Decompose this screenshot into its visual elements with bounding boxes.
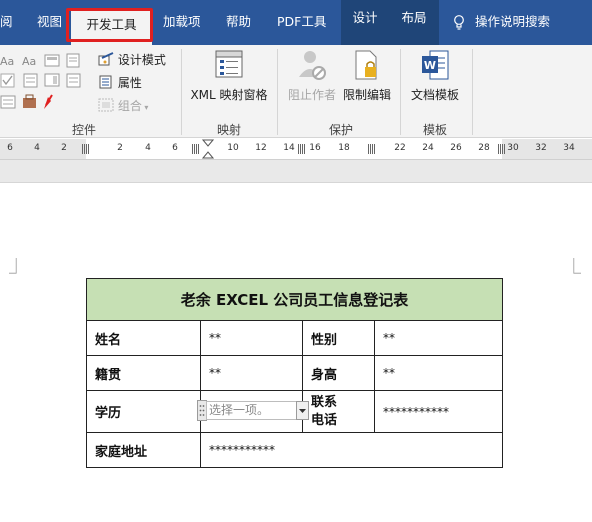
group-label-mapping: 映射 [216, 123, 241, 137]
restrict-editing-button[interactable]: 限制编辑 [341, 49, 393, 103]
name-label[interactable]: 姓名 [86, 320, 201, 356]
group-button[interactable]: 组合 ▾ [98, 97, 148, 114]
tab-help[interactable]: 帮助 [226, 10, 251, 34]
height-label[interactable]: 身高 [302, 355, 375, 391]
margin-corner-mark [9, 258, 17, 274]
education-label[interactable]: 学历 [86, 390, 201, 433]
employee-registration-table: 老余 EXCEL 公司员工信息登记表 姓名 ** 性别 ** 籍贯 ** 身高 … [86, 278, 503, 468]
group-label-protect: 保护 [328, 123, 353, 137]
ruler-column-marker[interactable] [298, 144, 305, 154]
tab-table-layout[interactable]: 布局 [389, 0, 439, 45]
ruler-column-marker[interactable] [498, 144, 505, 154]
tab-table-design[interactable]: 设计 [341, 0, 389, 45]
xml-mapping-icon [215, 50, 243, 78]
name-value[interactable]: ** [200, 320, 303, 356]
ruler-column-marker[interactable] [82, 144, 89, 154]
ribbon-separator [181, 49, 182, 135]
education-dropdown[interactable]: 选择一项。 [197, 400, 310, 421]
tell-me-search[interactable]: 操作说明搜索 [453, 10, 550, 34]
block-authors-button[interactable]: 阻止作者 [286, 49, 338, 103]
ruler-column-marker[interactable] [368, 144, 375, 154]
word-document-icon: W [422, 50, 449, 80]
search-label: 操作说明搜索 [475, 14, 551, 29]
group-label-controls: 控件 [71, 123, 96, 137]
tab-view[interactable]: 视图 [37, 10, 62, 34]
chevron-down-icon [299, 409, 306, 413]
ribbon: Aa Aa 设计模式 属性 组合 ▾ 控件 XML 映射窗格 映射 阻止作者 限… [0, 45, 592, 138]
drag-handle-icon [199, 405, 205, 416]
xml-mapping-pane-button[interactable]: XML 映射窗格 [189, 49, 269, 103]
horizontal-ruler[interactable]: 6 4 2 2 4 6 10 12 14 16 18 22 24 26 28 3… [0, 139, 592, 160]
ruler-column-marker[interactable] [192, 144, 199, 154]
form-title[interactable]: 老余 EXCEL 公司员工信息登记表 [86, 278, 503, 321]
design-mode-icon [98, 52, 114, 66]
ribbon-separator [277, 49, 278, 135]
tab-pdf-tools[interactable]: PDF工具 [277, 10, 326, 34]
design-mode-button[interactable]: 设计模式 [98, 51, 166, 68]
page-gap [0, 160, 592, 183]
document-template-button[interactable]: W 文档模板 [407, 49, 463, 103]
block-authors-icon [299, 51, 326, 80]
height-value[interactable]: ** [374, 355, 503, 391]
ribbon-tab-bar: 阅 视图 开发工具 加载项 帮助 PDF工具 设计 布局 操作说明搜索 [0, 0, 592, 45]
tab-addins[interactable]: 加载项 [163, 10, 201, 34]
origin-value[interactable]: ** [200, 355, 303, 391]
dropdown-arrow-button[interactable] [296, 401, 309, 420]
address-label[interactable]: 家庭地址 [86, 432, 201, 468]
svg-text:Aa: Aa [0, 55, 14, 68]
gender-label[interactable]: 性别 [302, 320, 375, 356]
origin-label[interactable]: 籍贯 [86, 355, 201, 391]
lightbulb-icon [454, 15, 464, 30]
ribbon-separator [400, 49, 401, 135]
svg-text:Aa: Aa [22, 55, 36, 68]
indent-marker-icon[interactable] [202, 139, 214, 159]
phone-value[interactable]: *********** [374, 390, 503, 433]
gender-value[interactable]: ** [374, 320, 503, 356]
properties-icon [99, 75, 112, 89]
ribbon-separator [472, 49, 473, 135]
highlight-box [66, 8, 153, 42]
dropdown-placeholder[interactable]: 选择一项。 [206, 401, 297, 420]
properties-button[interactable]: 属性 [98, 74, 142, 91]
svg-text:W: W [424, 59, 436, 72]
group-label-templates: 模板 [422, 123, 447, 137]
restrict-editing-icon [355, 50, 377, 80]
tab-view-partial[interactable]: 阅 [0, 10, 13, 34]
phone-label[interactable]: 联系电话 [302, 390, 375, 433]
margin-corner-mark [573, 258, 581, 274]
group-icon [98, 98, 114, 112]
chevron-down-icon: ▾ [141, 103, 149, 112]
content-controls-icons: Aa Aa [0, 53, 81, 109]
address-value[interactable]: *********** [200, 432, 503, 468]
